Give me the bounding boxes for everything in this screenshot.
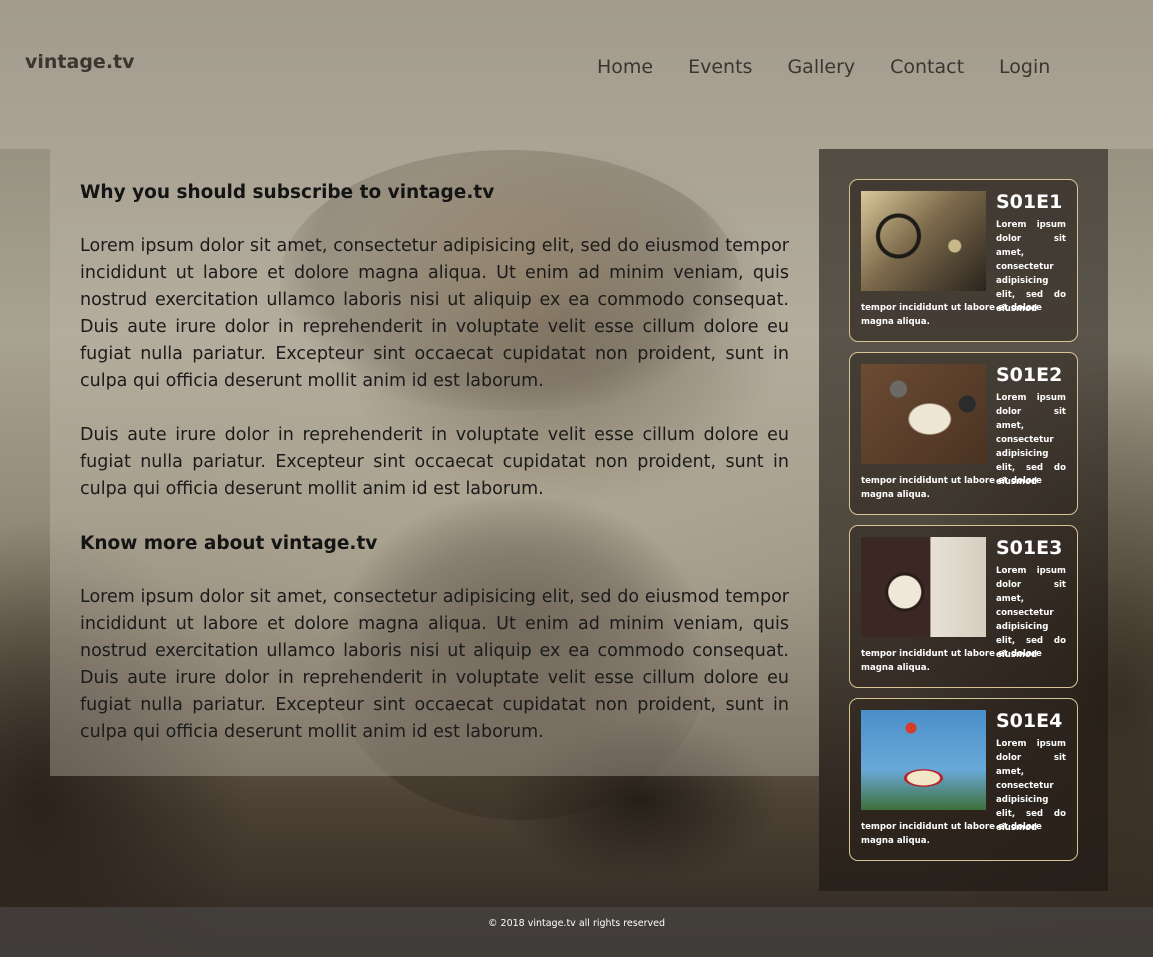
nav-gallery[interactable]: Gallery bbox=[787, 56, 855, 78]
main-nav: Home Events Gallery Contact Login bbox=[597, 56, 1085, 78]
article-panel: Why you should subscribe to vintage.tv L… bbox=[50, 149, 819, 776]
brand-logo[interactable]: vintage.tv bbox=[25, 51, 135, 73]
article-paragraph: Lorem ipsum dolor sit amet, consectetur … bbox=[80, 587, 789, 742]
nav-home[interactable]: Home bbox=[597, 56, 653, 78]
episode-description-continued: tempor incididunt ut labore et dolore ma… bbox=[861, 303, 1042, 327]
episode-title[interactable]: S01E4 bbox=[996, 710, 1062, 732]
las-vegas-sign-image[interactable] bbox=[861, 710, 986, 810]
vintage-alarm-clock-image[interactable] bbox=[861, 537, 986, 637]
site-header: vintage.tv Home Events Gallery Contact L… bbox=[0, 0, 1153, 149]
article-paragraph: Lorem ipsum dolor sit amet, consectetur … bbox=[80, 236, 789, 391]
vintage-car-dashboard-image[interactable] bbox=[861, 191, 986, 291]
nav-contact[interactable]: Contact bbox=[890, 56, 964, 78]
episode-title[interactable]: S01E1 bbox=[996, 191, 1062, 213]
episode-title[interactable]: S01E3 bbox=[996, 537, 1062, 559]
article-paragraph: Duis aute irure dolor in reprehenderit i… bbox=[80, 425, 789, 499]
about-heading: Know more about vintage.tv bbox=[80, 533, 378, 554]
notebook-camera-desk-image[interactable] bbox=[861, 364, 986, 464]
episodes-sidebar: S01E1 Lorem ipsum dolor sit amet, consec… bbox=[819, 149, 1108, 891]
subscribe-heading: Why you should subscribe to vintage.tv bbox=[80, 182, 495, 203]
site-footer: © 2018 vintage.tv all rights reserved bbox=[0, 907, 1153, 957]
episode-description-continued: tempor incididunt ut labore et dolore ma… bbox=[861, 476, 1042, 500]
nav-events[interactable]: Events bbox=[688, 56, 752, 78]
episode-title[interactable]: S01E2 bbox=[996, 364, 1062, 386]
copyright-text: © 2018 vintage.tv all rights reserved bbox=[488, 918, 665, 929]
nav-login[interactable]: Login bbox=[999, 56, 1050, 78]
episode-card[interactable]: S01E2 Lorem ipsum dolor sit amet, consec… bbox=[849, 352, 1078, 515]
episode-card[interactable]: S01E3 Lorem ipsum dolor sit amet, consec… bbox=[849, 525, 1078, 688]
episode-card[interactable]: S01E1 Lorem ipsum dolor sit amet, consec… bbox=[849, 179, 1078, 342]
episode-description-continued: tempor incididunt ut labore et dolore ma… bbox=[861, 649, 1042, 673]
episode-description-continued: tempor incididunt ut labore et dolore ma… bbox=[861, 822, 1042, 846]
episode-card[interactable]: S01E4 Lorem ipsum dolor sit amet, consec… bbox=[849, 698, 1078, 861]
